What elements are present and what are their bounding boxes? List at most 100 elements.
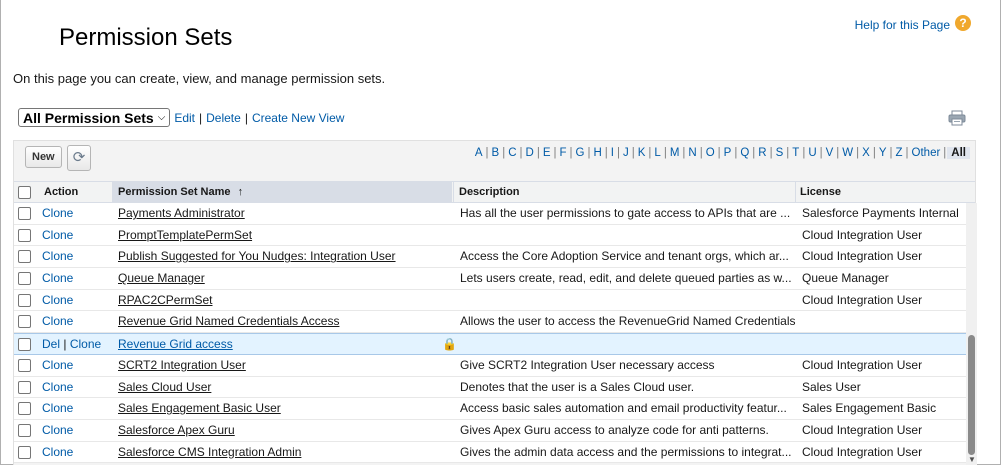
permission-set-link[interactable]: PromptTemplatePermSet [118,228,252,242]
edit-view-link[interactable]: Edit [174,111,195,125]
row-checkbox[interactable] [18,272,31,286]
row-name-cell: Revenue Grid Named Credentials Access [118,311,448,332]
table-row: Clone Sales Engagement Basic User Access b… [14,398,966,420]
permission-set-link[interactable]: Salesforce CMS Integration Admin [118,445,301,459]
alpha-filter-i[interactable]: I [609,147,616,159]
alpha-filter-e[interactable]: E [541,147,553,159]
permission-set-link[interactable]: Queue Manager [118,271,205,285]
row-checkbox[interactable] [18,293,31,307]
row-checkbox[interactable] [18,338,31,352]
row-name-cell: PromptTemplatePermSet [118,225,448,246]
scroll-down-icon[interactable]: ▼ [968,455,976,464]
row-description: Access basic sales automation and email … [460,401,787,416]
del-link[interactable]: Del [42,337,60,351]
row-license: Salesforce Payments Internal [802,206,959,220]
clone-link[interactable]: Clone [42,380,73,394]
clone-link[interactable]: Clone [42,206,73,220]
row-checkbox[interactable] [18,423,31,437]
alpha-filter-x[interactable]: X [860,147,872,159]
row-description: Lets users create, read, edit, and delet… [460,271,792,286]
new-button[interactable]: New [25,146,62,168]
alpha-filter: A | B | C | D | E | F | G | H | I | J | K | L | M | N | O | P | Q | R | S | T |… [473,147,970,159]
alpha-filter-f[interactable]: F [557,147,568,159]
alpha-filter-all[interactable]: All [947,147,970,159]
row-checkbox[interactable] [18,315,31,329]
row-checkbox[interactable] [18,228,31,242]
scrollbar-thumb[interactable] [968,335,975,455]
clone-link[interactable]: Clone [42,401,73,415]
row-checkbox[interactable] [18,250,31,264]
refresh-icon[interactable]: ⟳ [67,145,91,171]
permission-set-link[interactable]: Sales Engagement Basic User [118,401,281,415]
alpha-filter-c[interactable]: C [506,147,518,159]
clone-link[interactable]: Clone [70,337,101,351]
row-checkbox[interactable] [18,445,31,459]
alpha-filter-p[interactable]: P [722,147,734,159]
alpha-filter-n[interactable]: N [686,147,698,159]
alpha-filter-k[interactable]: K [636,147,648,159]
vertical-scrollbar[interactable]: ▼ [966,203,977,465]
clone-link[interactable]: Clone [42,445,73,459]
chevron-down-icon: ⌵ [157,112,166,123]
clone-link[interactable]: Clone [42,228,73,242]
delete-view-link[interactable]: Delete [206,111,241,125]
row-checkbox[interactable] [18,380,31,394]
permission-set-link[interactable]: Sales Cloud User [118,380,211,394]
alpha-filter-j[interactable]: J [621,147,631,159]
row-name-cell: Queue Manager [118,268,448,289]
clone-link[interactable]: Clone [42,358,73,372]
alpha-filter-y[interactable]: Y [877,147,889,159]
alpha-filter-l[interactable]: L [652,147,662,159]
row-license: Cloud Integration User [802,249,923,264]
column-name-label: Permission Set Name [118,186,231,198]
alpha-filter-a[interactable]: A [473,147,485,159]
column-action: Action [44,186,79,198]
permission-set-link[interactable]: RPAC2CPermSet [118,293,212,307]
row-checkbox[interactable] [18,402,31,416]
alpha-filter-t[interactable]: T [790,147,801,159]
clone-link[interactable]: Clone [42,293,73,307]
clone-link[interactable]: Clone [42,249,73,263]
help-icon[interactable]: ? [955,15,971,31]
alpha-filter-g[interactable]: G [574,147,587,159]
alpha-filter-u[interactable]: U [806,147,818,159]
row-description: Gives Apex Guru access to analyze code f… [460,422,769,437]
alpha-filter-b[interactable]: B [490,147,502,159]
alpha-filter-v[interactable]: V [824,147,836,159]
row-description: Access the Core Adoption Service and ten… [460,249,789,264]
clone-link[interactable]: Clone [42,423,73,437]
help-link[interactable]: Help for this Page [855,18,950,32]
permission-set-link[interactable]: Salesforce Apex Guru [118,423,235,437]
row-actions: Clone [42,268,73,289]
row-description: Has all the user permissions to gate acc… [460,206,791,220]
row-checkbox[interactable] [18,358,31,372]
clone-link[interactable]: Clone [42,314,73,328]
row-name-cell: RPAC2CPermSet [118,290,448,311]
alpha-filter-m[interactable]: M [668,147,682,159]
alpha-filter-r[interactable]: R [756,147,768,159]
alpha-filter-z[interactable]: Z [894,147,905,159]
alpha-filter-o[interactable]: O [704,147,717,159]
column-license: License [800,186,841,198]
permission-set-link[interactable]: Revenue Grid Named Credentials Access [118,314,339,328]
alpha-filter-h[interactable]: H [591,147,603,159]
printer-icon[interactable] [948,110,966,126]
clone-link[interactable]: Clone [42,271,73,285]
row-name-cell: Revenue Grid access [118,334,448,355]
permission-set-link[interactable]: SCRT2 Integration User [118,358,246,372]
divider: | [244,110,248,125]
alpha-filter-w[interactable]: W [840,147,855,159]
permission-set-link[interactable]: Publish Suggested for You Nudges: Integr… [118,249,396,263]
permission-set-link[interactable]: Revenue Grid access [118,337,233,351]
alpha-filter-d[interactable]: D [524,147,536,159]
permission-set-link[interactable]: Payments Administrator [118,206,245,220]
row-actions: Clone [42,246,73,267]
create-view-link[interactable]: Create New View [252,111,344,125]
column-name[interactable]: Permission Set Name ↑ [112,182,452,203]
table-row: Clone Salesforce Apex Guru Gives Apex Guru… [14,420,966,442]
row-checkbox[interactable] [18,207,31,220]
alpha-filter-other[interactable]: Other [910,147,943,159]
alpha-filter-q[interactable]: Q [738,147,751,159]
alpha-filter-s[interactable]: S [774,147,786,159]
view-select[interactable]: All Permission Sets ⌵ [18,108,171,127]
